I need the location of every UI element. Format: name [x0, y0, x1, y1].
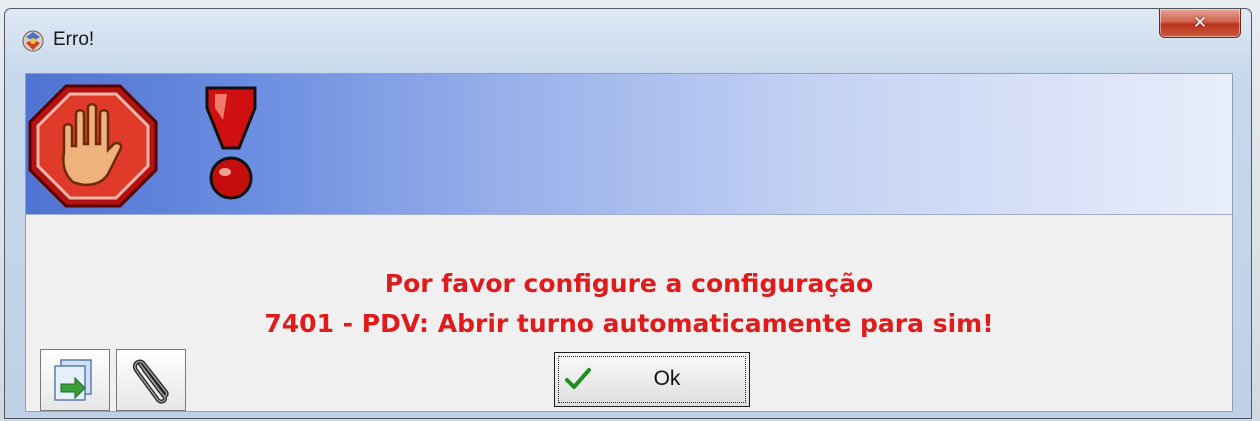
ok-button[interactable]: Ok: [554, 352, 750, 407]
title-bar[interactable]: Erro! ✕: [5, 9, 1251, 71]
close-button[interactable]: ✕: [1159, 9, 1241, 38]
error-message-line-1: Por favor configure a configuração: [384, 269, 874, 298]
export-button[interactable]: [40, 349, 110, 411]
export-document-icon: [54, 359, 92, 401]
error-app-icon: [22, 30, 44, 52]
dialog-title: Erro!: [53, 29, 95, 50]
attach-button[interactable]: [116, 349, 186, 411]
error-banner: [26, 74, 1232, 215]
stop-hand-icon: [28, 84, 158, 208]
ok-button-label: Ok: [653, 367, 681, 390]
close-icon: ✕: [1192, 13, 1208, 33]
paperclip-icon: [133, 359, 169, 404]
error-dialog: Erro! ✕ Por favor configure a configuraç…: [4, 8, 1252, 419]
dialog-content: Por favor configure a configuração 7401 …: [25, 73, 1233, 412]
error-message-line-2: 7401 - PDV: Abrir turno automaticamente …: [264, 309, 994, 338]
exclamation-icon: [205, 86, 257, 200]
